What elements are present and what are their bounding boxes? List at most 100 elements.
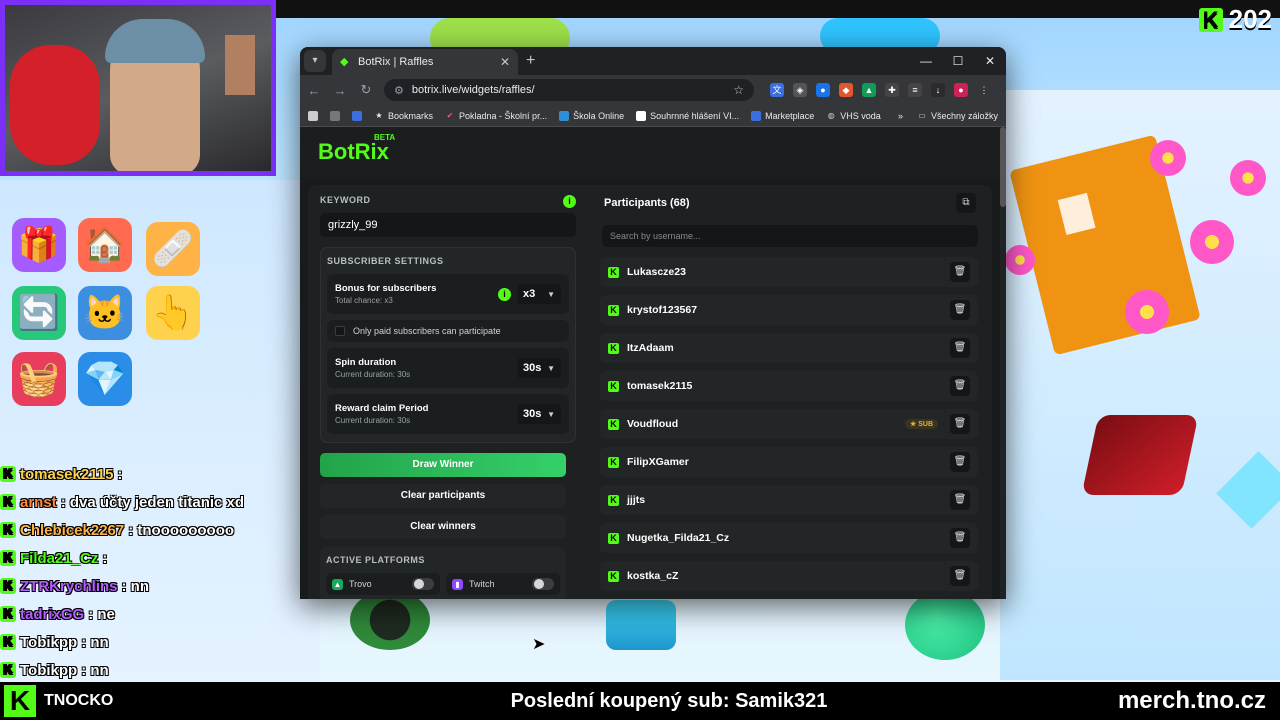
back-icon[interactable]: ← (306, 83, 322, 98)
trade-icon[interactable]: 🔄 (12, 286, 66, 340)
translate-icon[interactable]: 文 (770, 83, 784, 97)
clear-winners-button[interactable]: Clear winners (320, 515, 566, 539)
chat-overlay: Ktomasek2115: Karnst: dva účty jeden tit… (0, 460, 310, 684)
bookmark-item[interactable]: Marketplace (751, 110, 815, 121)
copy-icon[interactable]: ⧉ (956, 193, 976, 213)
trash-icon[interactable]: 🗑 (950, 262, 970, 282)
bookmarks-right: » ▭ Všechny záložky (898, 111, 998, 121)
gift-icon[interactable]: 🎁 (12, 218, 66, 272)
menu-icon[interactable]: ⋮ (977, 83, 991, 97)
chat-message: K Chlebicek2267: tnooooooooo (0, 516, 310, 544)
trash-icon[interactable]: 🗑 (950, 376, 970, 396)
raffle-settings: KEYWORD i grizzly_99 SUBSCRIBER SETTINGS… (320, 195, 576, 599)
trash-icon[interactable]: 🗑 (950, 566, 970, 586)
folder-icon[interactable] (308, 110, 318, 121)
download-icon[interactable]: ↓ (931, 83, 945, 97)
minimize-icon[interactable]: — (910, 47, 942, 75)
chat-text: : tnooooooooo (128, 521, 235, 539)
url-text: botrix.live/widgets/raffles/ (411, 84, 535, 96)
new-tab-icon[interactable]: + (526, 52, 535, 70)
scrollbar[interactable] (1000, 127, 1006, 599)
trash-icon[interactable]: 🗑 (950, 528, 970, 548)
bookmark-item[interactable]: Škola Online (559, 110, 624, 121)
pet-icon[interactable]: 🐱 (78, 286, 132, 340)
crystal-icon[interactable]: 💎 (78, 352, 132, 406)
bookmark-item[interactable]: ★ Bookmarks (374, 111, 433, 121)
chevron-down-icon: ▼ (547, 363, 555, 373)
info-icon[interactable]: i (498, 287, 511, 301)
trash-icon[interactable]: 🗑 (950, 300, 970, 320)
twitch-icon: ▮ (452, 578, 463, 590)
pointer-icon[interactable]: 👆 (146, 286, 200, 340)
chat-user: Chlebicek2267 (20, 521, 125, 539)
tab-botrix[interactable]: ◆ BotRix | Raffles ✕ (332, 49, 518, 75)
bonus-select[interactable]: x3 ▼ (517, 284, 561, 304)
twitch-toggle[interactable] (532, 578, 554, 590)
only-paid-row[interactable]: Only paid subscribers can participate (327, 320, 569, 342)
trash-icon[interactable]: 🗑 (950, 414, 970, 434)
spin-duration-select[interactable]: 30s ▼ (517, 358, 561, 378)
draw-winner-button[interactable]: Draw Winner (320, 453, 566, 477)
participant-name: jjjts (627, 494, 646, 506)
more-bookmarks-icon[interactable]: » (898, 111, 903, 121)
close-window-icon[interactable]: ✕ (974, 47, 1006, 75)
flower-decoration (1125, 290, 1169, 334)
game-object-teal (905, 590, 985, 660)
bookmark-item[interactable]: ◍ VHS voda (826, 111, 881, 121)
kick-icon: K (0, 494, 16, 510)
trash-icon[interactable]: 🗑 (950, 338, 970, 358)
star-icon: ★ (375, 110, 383, 120)
extension-icon[interactable]: ● (816, 83, 830, 97)
bonus-value: x3 (523, 288, 536, 300)
last-sub-text: Poslední koupený sub: Samik321 (510, 689, 828, 712)
forward-icon[interactable]: → (332, 83, 348, 98)
site-settings-icon[interactable]: ⚙ (394, 84, 404, 97)
extension-icon[interactable]: ◆ (839, 83, 853, 97)
chat-message: K Tobikpp: nn (0, 628, 310, 656)
reload-icon[interactable]: ↻ (358, 82, 374, 98)
profile-avatar-icon[interactable]: ● (954, 83, 968, 97)
school-icon (559, 110, 570, 121)
only-paid-checkbox[interactable] (335, 326, 345, 336)
kick-icon: K (608, 380, 619, 392)
apps-icon[interactable] (330, 110, 340, 121)
bandage-icon[interactable]: 🩹 (146, 222, 200, 276)
extension-icon[interactable]: ▲ (862, 83, 876, 97)
reward-period-select[interactable]: 30s ▼ (517, 404, 561, 424)
address-bar[interactable]: ⚙ botrix.live/widgets/raffles/ ☆ (384, 79, 754, 101)
maximize-icon[interactable]: ☐ (942, 47, 974, 75)
bookmark-label: Marketplace (765, 110, 815, 121)
participant-search-input[interactable]: Search by username... (602, 225, 978, 247)
bookmark-item[interactable]: Souhrnné hlášení VI... (636, 110, 739, 121)
clear-participants-button[interactable]: Clear participants (320, 484, 566, 508)
platform-name: Trovo (349, 579, 372, 589)
chat-text: : nn (81, 633, 109, 651)
close-icon[interactable]: ✕ (500, 55, 510, 69)
trash-icon[interactable]: 🗑 (950, 452, 970, 472)
scrollbar-thumb[interactable] (1000, 127, 1006, 207)
trovo-toggle[interactable] (412, 578, 434, 590)
folder-icon: ▭ (918, 110, 926, 120)
bookmark-icon[interactable] (352, 110, 362, 121)
trash-icon[interactable]: 🗑 (950, 490, 970, 510)
bookmark-item[interactable]: ✔ Pokladna - Školní pr... (445, 111, 547, 121)
bonus-title: Bonus for subscribers (335, 283, 437, 294)
chat-user: tadrixGG (20, 605, 85, 623)
keyword-label: KEYWORD (320, 195, 371, 205)
chat-text: : dva účty jeden titanic xd (60, 493, 245, 511)
puzzle-icon[interactable]: ✚ (885, 83, 899, 97)
tab-search-icon[interactable]: ▾ (304, 50, 326, 72)
keyword-input[interactable]: grizzly_99 (320, 213, 576, 237)
kick-icon: K (608, 304, 619, 316)
all-bookmarks[interactable]: ▭ Všechny záložky (917, 111, 998, 121)
participant-name: kostka_cZ (627, 570, 679, 582)
media-icon[interactable]: ≡ (908, 83, 922, 97)
house-icon[interactable]: 🏠 (78, 218, 132, 272)
botrix-logo[interactable]: BotRix BETA (318, 133, 395, 165)
basket-icon[interactable]: 🧺 (12, 352, 66, 406)
extension-icon[interactable]: ◈ (793, 83, 807, 97)
info-icon[interactable]: i (563, 195, 576, 208)
star-icon[interactable]: ☆ (733, 83, 744, 97)
active-platforms: ACTIVE PLATFORMS ▲ Trovo ▮ Twitch (320, 547, 566, 599)
botrix-page: BotRix BETA KEYWORD i grizzly_99 SUBSCRI… (300, 127, 1006, 599)
